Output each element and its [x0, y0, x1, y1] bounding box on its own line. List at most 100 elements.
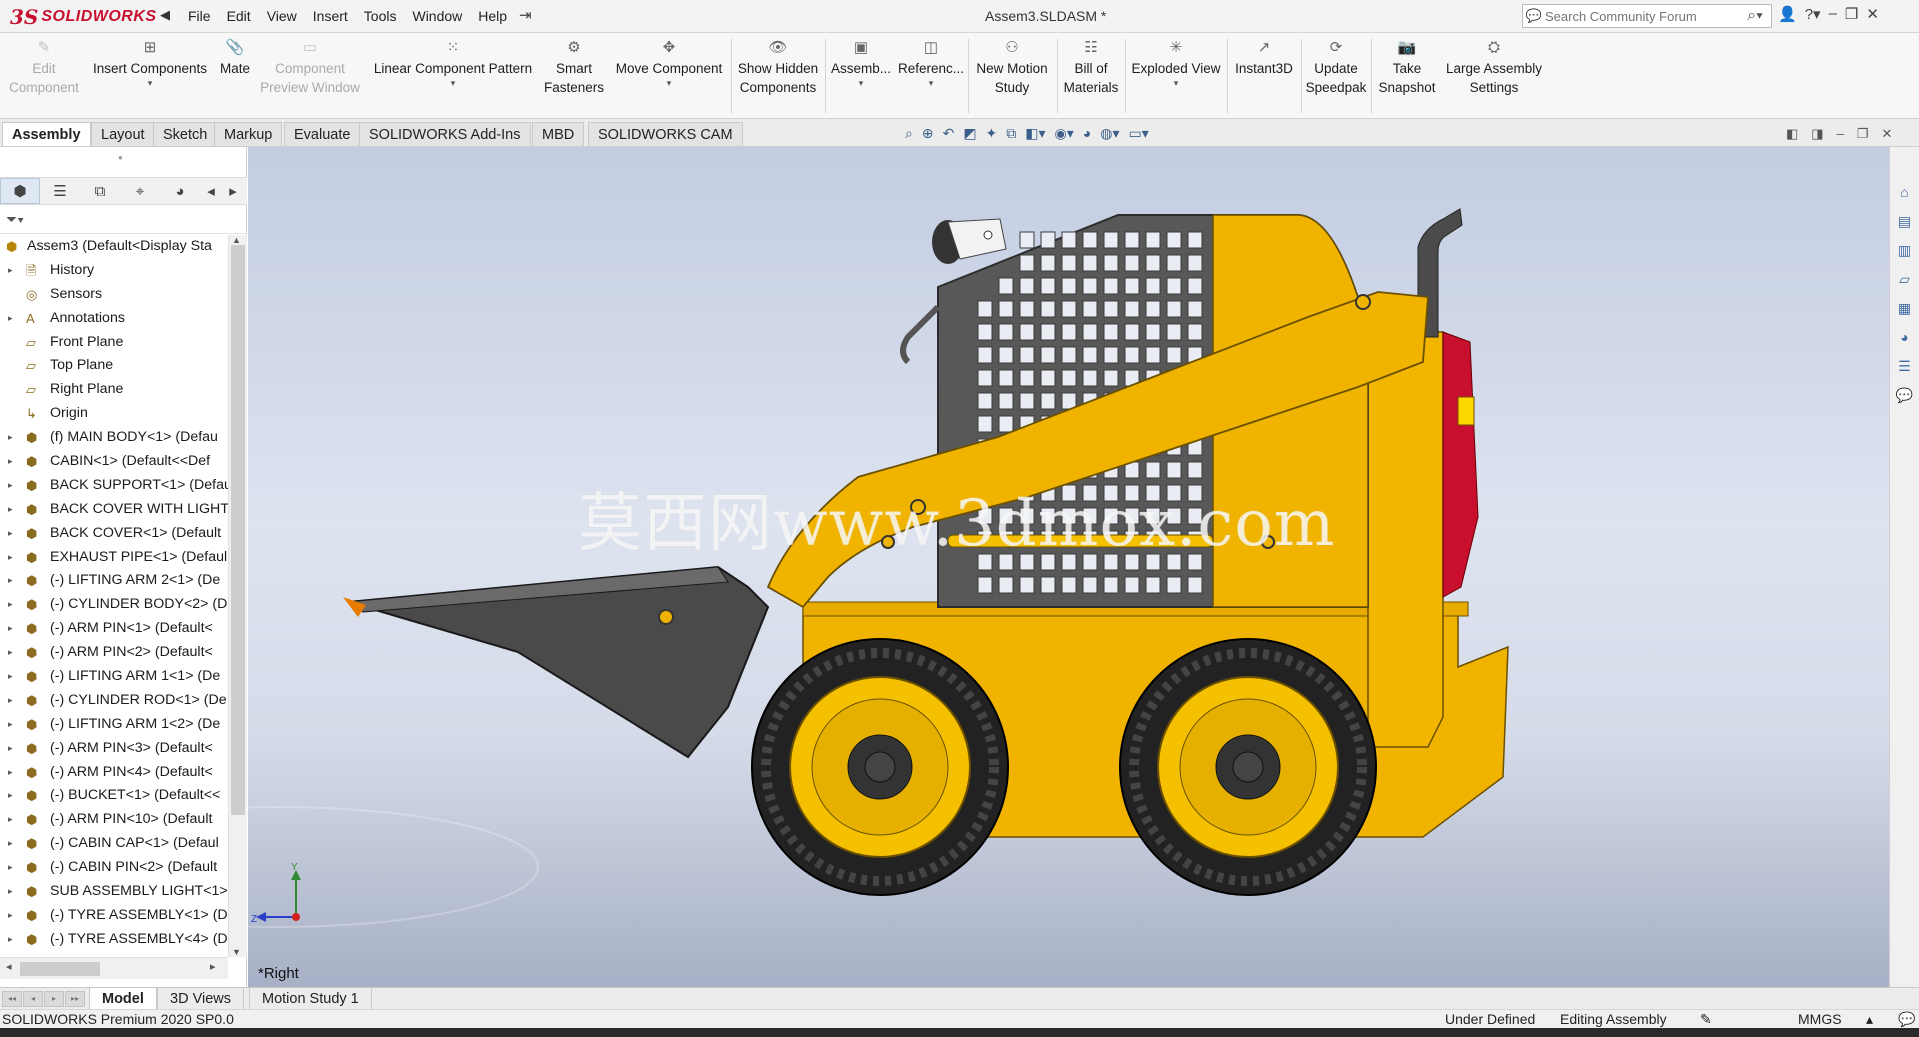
dimxpert-manager-tab-icon[interactable]: ⌖ — [120, 183, 160, 200]
search-input[interactable] — [1545, 8, 1739, 24]
tree-item[interactable]: ▸ ⬢ BACK SUPPORT<1> (Defau — [0, 474, 228, 498]
expand-arrow-icon[interactable]: ▸ — [8, 474, 13, 498]
appearances-icon[interactable]: ◕ — [1890, 323, 1919, 352]
scroll-thumb[interactable] — [231, 245, 245, 815]
graphics-area[interactable]: 莫西网www.3dmox.com Y Z *Right — [248, 147, 1889, 987]
edit-appearance-icon[interactable]: ◕ — [1083, 125, 1091, 142]
exploded-view-button[interactable]: ✳ Exploded View ▾ — [1128, 39, 1224, 88]
bucket[interactable] — [343, 565, 770, 759]
prev-tab-icon[interactable]: ◂ — [23, 991, 43, 1007]
tree-item[interactable]: ▸ A Annotations — [0, 307, 228, 331]
dynamic-annotation-icon[interactable]: ✦ — [986, 125, 998, 142]
instant3d-button[interactable]: ↗ Instant3D — [1230, 39, 1298, 78]
tree-horizontal-scrollbar[interactable]: ◂ ▸ — [0, 957, 228, 979]
next-tab-icon[interactable]: ▸ — [44, 991, 64, 1007]
menu-window[interactable]: Window — [404, 8, 470, 24]
help-icon[interactable]: ?▾ — [1805, 5, 1821, 23]
large-assembly-settings-button[interactable]: ⛭ Large Assembly Settings — [1442, 39, 1546, 97]
feature-manager-tab-icon[interactable]: ⬢ — [0, 178, 40, 204]
solidworks-logo[interactable]: 3S SOLIDWORKS — [10, 4, 156, 30]
tree-item[interactable]: ▸ ⬢ (-) CABIN CAP<1> (Defaul — [0, 832, 228, 856]
file-explorer-icon[interactable]: ▱ — [1890, 265, 1919, 294]
expand-arrow-icon[interactable]: ▸ — [8, 689, 13, 713]
expand-arrow-icon[interactable]: ▸ — [8, 856, 13, 880]
configuration-manager-tab-icon[interactable]: ⧉ — [80, 183, 120, 200]
last-tab-icon[interactable]: ▸▸ — [65, 991, 85, 1007]
skid-steer-loader-model[interactable] — [248, 147, 1889, 987]
tree-item[interactable]: ▸ ⬢ CABIN<1> (Default<<Def — [0, 450, 228, 474]
design-library-icon[interactable]: ▥ — [1890, 236, 1919, 265]
expand-arrow-icon[interactable]: ▸ — [8, 498, 13, 522]
tree-item[interactable]: ▸ ⬢ (-) ARM PIN<4> (Default< — [0, 761, 228, 785]
tree-item[interactable]: ▸ ⬢ (-) BUCKET<1> (Default<< — [0, 784, 228, 808]
expand-arrow-icon[interactable]: ▸ — [8, 617, 13, 641]
tab-layout[interactable]: Layout — [91, 122, 155, 146]
tree-root-assembly[interactable]: ⬢ Assem3 (Default<Display Sta — [0, 235, 228, 259]
viewport-restore-icon[interactable]: ❐ — [1857, 126, 1869, 142]
tree-item[interactable]: ▸ ⬢ (-) CYLINDER ROD<1> (De — [0, 689, 228, 713]
tree-item[interactable]: ▸ 🗎 History — [0, 259, 228, 283]
resources-icon[interactable]: ▤ — [1890, 207, 1919, 236]
expand-arrow-icon[interactable]: ▸ — [8, 928, 13, 952]
panel-grip-icon[interactable]: ● — [118, 153, 123, 162]
expand-arrow-icon[interactable]: ▸ — [8, 808, 13, 832]
pin-menu-icon[interactable]: ⇥ — [519, 6, 532, 24]
scroll-down-icon[interactable]: ▼ — [232, 947, 241, 957]
tree-item[interactable]: ▱ Top Plane — [0, 354, 228, 378]
menu-collapse-arrow-icon[interactable]: ◀ — [160, 7, 170, 23]
chevron-down-icon[interactable]: ▾ — [610, 78, 728, 88]
apply-scene-icon[interactable]: ◍▾ — [1100, 125, 1119, 142]
zoom-to-fit-icon[interactable]: ⌕ — [905, 125, 913, 142]
expand-arrow-icon[interactable]: ▸ — [8, 904, 13, 928]
tab-markup[interactable]: Markup — [214, 122, 283, 146]
section-view-icon[interactable]: ◩ — [963, 125, 976, 142]
expand-arrow-icon[interactable]: ▸ — [8, 832, 13, 856]
expand-arrow-icon[interactable]: ▸ — [8, 761, 13, 785]
expand-arrow-icon[interactable]: ▸ — [8, 546, 13, 570]
tree-item[interactable]: ▸ ⬢ BACK COVER<1> (Default — [0, 522, 228, 546]
display-manager-tab-icon[interactable]: ◕ — [160, 183, 200, 200]
tree-item[interactable]: ▸ ⬢ (-) ARM PIN<10> (Default — [0, 808, 228, 832]
chevron-down-icon[interactable]: ▾ — [1128, 78, 1224, 88]
menu-view[interactable]: View — [259, 8, 305, 24]
tree-item[interactable]: ▸ ⬢ (-) ARM PIN<3> (Default< — [0, 737, 228, 761]
menu-insert[interactable]: Insert — [305, 8, 356, 24]
units-dropdown-icon[interactable]: ▴ — [1866, 1010, 1873, 1029]
tree-vertical-scrollbar[interactable]: ▲ ▼ — [228, 235, 247, 957]
scroll-thumb[interactable] — [20, 962, 100, 976]
tree-item[interactable]: ▸ ⬢ (-) CABIN PIN<2> (Default — [0, 856, 228, 880]
expand-arrow-icon[interactable]: ▸ — [8, 259, 13, 283]
move-component-button[interactable]: ✥ Move Component ▾ — [610, 39, 728, 88]
tree-item[interactable]: ▸ ⬢ (-) TYRE ASSEMBLY<1> (D — [0, 904, 228, 928]
tree-item[interactable]: ▸ ⬢ SUB ASSEMBLY LIGHT<1> — [0, 880, 228, 904]
chevron-down-icon[interactable]: ▾ — [88, 78, 212, 88]
view-orientation-icon[interactable]: ⧉ — [1006, 125, 1016, 142]
update-speedpak-button[interactable]: ⟳ Update Speedpak — [1304, 39, 1368, 97]
user-icon[interactable]: 👤 — [1778, 5, 1797, 23]
custom-properties-icon[interactable]: ☰ — [1890, 352, 1919, 381]
menu-edit[interactable]: Edit — [219, 8, 259, 24]
tab-scroll-left-icon[interactable]: ◂ — [200, 182, 222, 200]
tree-item[interactable]: ▱ Right Plane — [0, 378, 228, 402]
expand-arrow-icon[interactable]: ▸ — [8, 713, 13, 737]
smart-fasteners-button[interactable]: ⚙ Smart Fasteners — [540, 39, 608, 97]
reference-geometry-button[interactable]: ◫ Referenc... ▾ — [896, 39, 966, 88]
menu-help[interactable]: Help — [470, 8, 515, 24]
tree-item[interactable]: ▸ ⬢ EXHAUST PIPE<1> (Defaul — [0, 546, 228, 570]
mate-button[interactable]: 📎 Mate — [214, 39, 256, 78]
tab-motion-study-1[interactable]: Motion Study 1 — [249, 988, 372, 1010]
chevron-down-icon[interactable]: ▾ — [896, 78, 966, 88]
view-palette-icon[interactable]: ▦ — [1890, 294, 1919, 323]
tile-right-icon[interactable]: ◨ — [1811, 126, 1823, 142]
viewport-close-icon[interactable]: ✕ — [1881, 126, 1892, 142]
tab-solidworks-addins[interactable]: SOLIDWORKS Add-Ins — [359, 122, 531, 146]
property-manager-tab-icon[interactable]: ☰ — [40, 182, 80, 200]
assembly-features-button[interactable]: ▣ Assemb... ▾ — [828, 39, 894, 88]
tab-model[interactable]: Model — [89, 988, 157, 1010]
insert-components-button[interactable]: ⊞ Insert Components ▾ — [88, 39, 212, 88]
tree-item[interactable]: ▸ ⬢ (f) MAIN BODY<1> (Defau — [0, 426, 228, 450]
expand-arrow-icon[interactable]: ▸ — [8, 593, 13, 617]
view-settings-icon[interactable]: ▭▾ — [1129, 125, 1149, 142]
show-hidden-components-button[interactable]: 👁 Show Hidden Components — [734, 39, 822, 97]
tree-item[interactable]: ▸ ⬢ (-) ARM PIN<2> (Default< — [0, 641, 228, 665]
